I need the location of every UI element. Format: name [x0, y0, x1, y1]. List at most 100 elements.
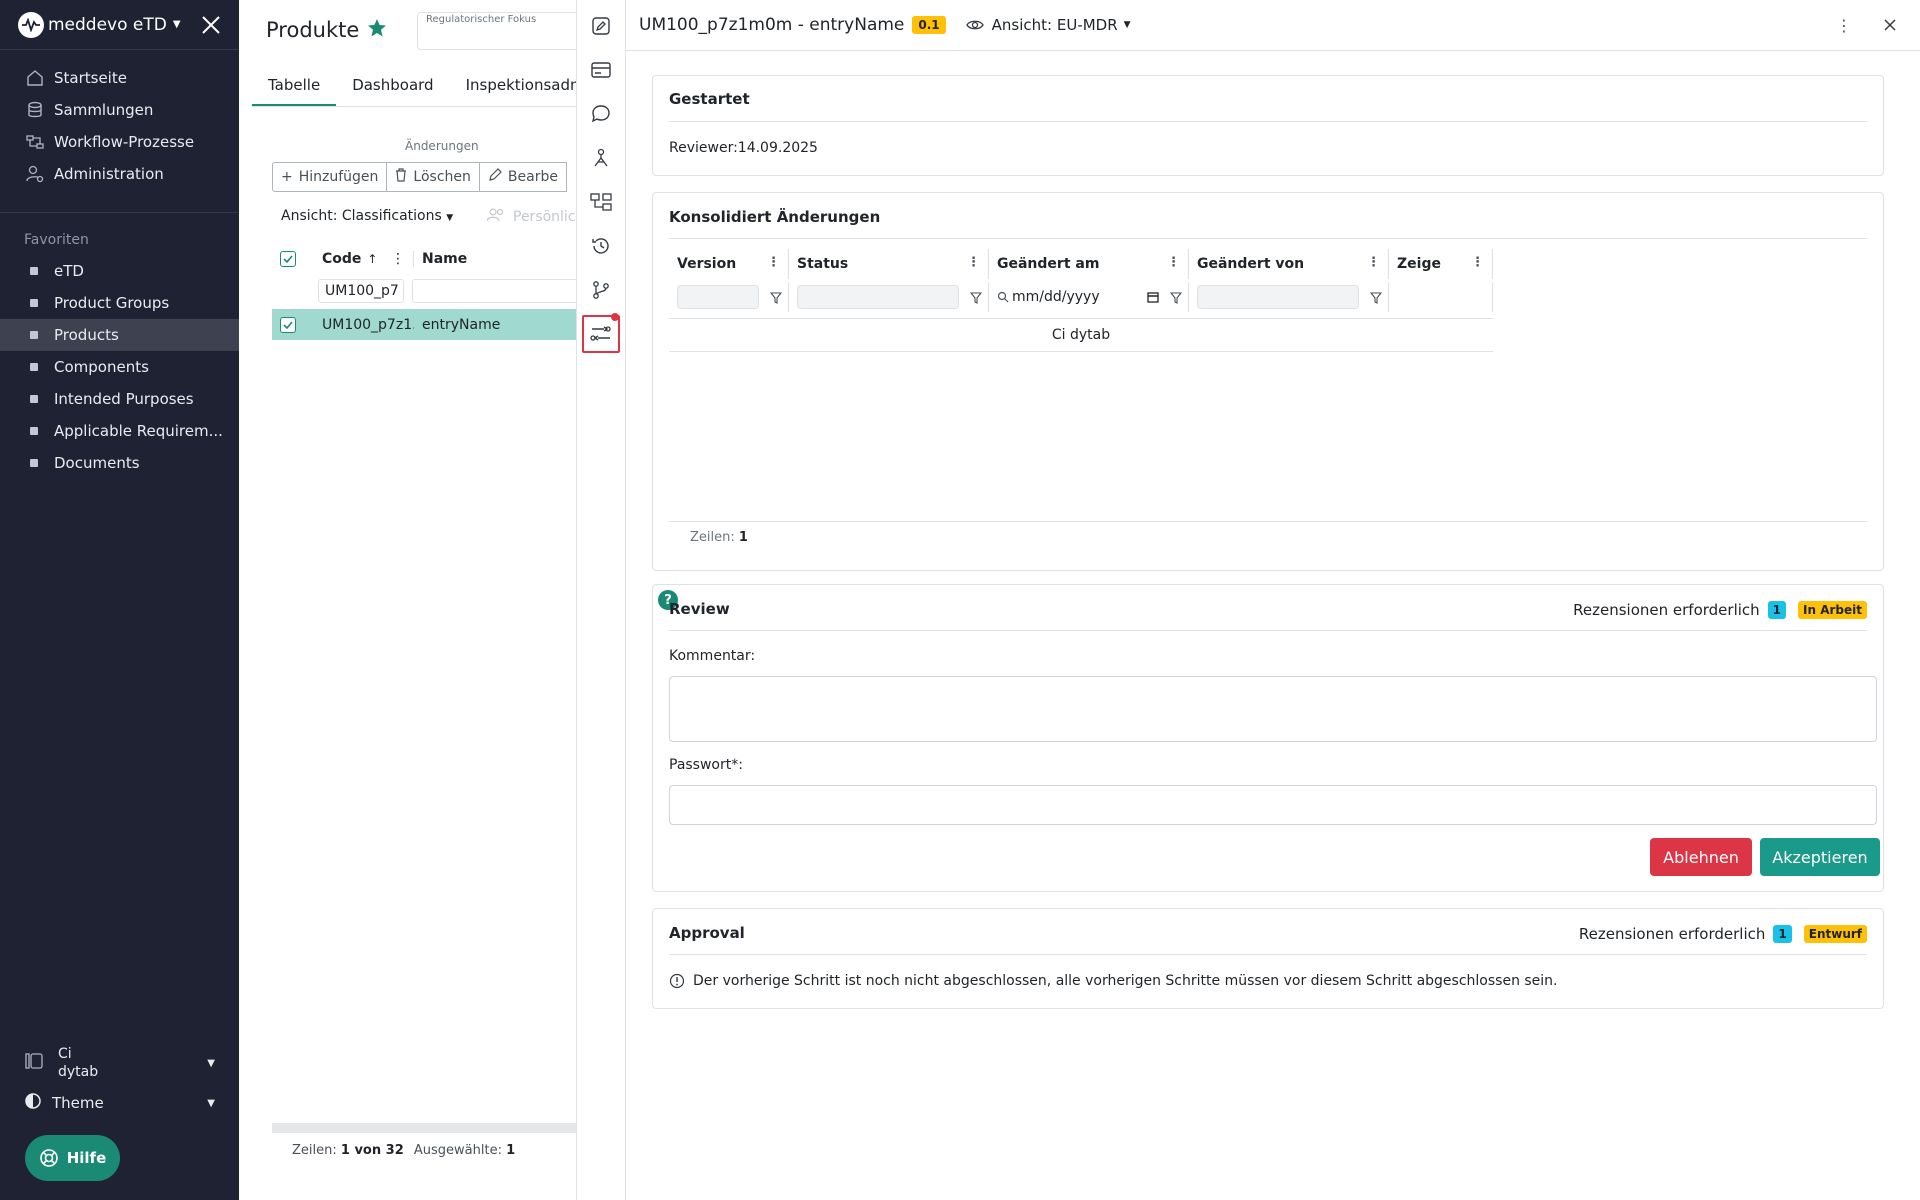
filter-icon[interactable]: [769, 290, 783, 308]
grid-filter-row: UM100_p7: [272, 277, 576, 305]
view-selector[interactable]: Ansicht: Classifications ▼: [281, 208, 453, 224]
theme-toggle[interactable]: Theme ▼: [0, 1090, 239, 1116]
edit-details-button[interactable]: [582, 7, 620, 45]
favorite-item-intended-purposes[interactable]: Intended Purposes: [0, 383, 239, 415]
help-button[interactable]: Hilfe: [25, 1135, 120, 1181]
review-requirements: Rezensionen erforderlich 1 In Arbeit: [1573, 601, 1867, 619]
column-menu-icon[interactable]: ⋮: [967, 255, 980, 270]
comment-textarea[interactable]: [669, 676, 1877, 742]
calendar-icon: [1147, 292, 1159, 303]
personal-view-button[interactable]: Persönlic: [486, 208, 576, 226]
branches-button[interactable]: [582, 271, 620, 309]
add-label: Hinzufügen: [298, 169, 379, 185]
bullet-icon: [30, 363, 38, 371]
accept-button[interactable]: Akzeptieren: [1760, 838, 1880, 876]
hierarchy-button[interactable]: [582, 183, 620, 221]
add-button[interactable]: + Hinzufügen: [272, 162, 388, 192]
reviews-required-count: 1: [1773, 925, 1792, 943]
page-title: Produkte: [266, 18, 360, 42]
cell-code: UM100_p7z1...: [322, 316, 414, 333]
column-header-version[interactable]: Version ⋮: [669, 249, 789, 279]
network-button[interactable]: [582, 139, 620, 177]
history-button[interactable]: [582, 227, 620, 265]
comments-button[interactable]: [582, 95, 620, 133]
column-menu-icon[interactable]: ⋮: [1167, 255, 1180, 270]
column-header-name[interactable]: Name: [414, 251, 467, 267]
column-header-code-label: Code: [322, 251, 362, 267]
filter-changed-by-input[interactable]: [1197, 285, 1359, 309]
sidebar-item-administration[interactable]: Administration: [0, 158, 239, 190]
grid-footer: Zeilen: 1 von 32 Ausgewählte: 1: [292, 1143, 515, 1158]
password-field[interactable]: [669, 785, 1877, 825]
column-menu-icon[interactable]: ⋮: [391, 251, 405, 267]
sidebar-item-sammlungen[interactable]: Sammlungen: [0, 94, 239, 126]
table-row[interactable]: UM100_p7z1... entryName: [272, 309, 576, 340]
approval-title: Approval: [669, 924, 745, 942]
reject-button[interactable]: Ablehnen: [1650, 838, 1752, 876]
app-switcher[interactable]: meddevo eTD: [48, 15, 167, 35]
git-branch-icon: [593, 281, 609, 299]
tab-inspektionsadmin[interactable]: Inspektionsadmin: [450, 70, 576, 107]
main-content: Produkte Regulatorischer Fokus Tabelle D…: [239, 0, 576, 1200]
filter-icon[interactable]: [1369, 290, 1383, 308]
edit-button[interactable]: Bearbe: [478, 162, 567, 192]
favorite-label: Products: [54, 326, 119, 344]
sidebar-item-startseite[interactable]: Startseite: [0, 62, 239, 94]
filter-version-input[interactable]: [677, 285, 759, 309]
column-header-status[interactable]: Status ⋮: [789, 249, 989, 279]
sidebar-item-workflow[interactable]: Workflow-Prozesse: [0, 126, 239, 158]
filter-code-input[interactable]: UM100_p7: [318, 279, 404, 303]
favorite-item-product-groups[interactable]: Product Groups: [0, 287, 239, 319]
favorite-item-components[interactable]: Components: [0, 351, 239, 383]
regulatory-focus-select[interactable]: Regulatorischer Fokus: [417, 12, 576, 50]
column-header-show[interactable]: Zeige ⋮: [1389, 249, 1493, 279]
column-header-changed-by[interactable]: Geändert von ⋮: [1189, 249, 1389, 279]
app-logo: [18, 11, 44, 38]
filter-date-input[interactable]: mm/dd/yyyy: [997, 285, 1159, 309]
select-all-checkbox[interactable]: [280, 251, 296, 267]
favorite-item-etd[interactable]: eTD: [0, 255, 239, 287]
history-icon: [592, 238, 609, 254]
lifebuoy-icon: [39, 1149, 58, 1167]
tab-tabelle[interactable]: Tabelle: [252, 70, 337, 107]
filter-status-input[interactable]: [797, 285, 959, 309]
column-header-changed-at[interactable]: Geändert am ⋮: [989, 249, 1189, 279]
row-checkbox[interactable]: [280, 316, 296, 333]
column-menu-icon[interactable]: ⋮: [1471, 255, 1484, 270]
sidebar-item-label: Sammlungen: [54, 101, 154, 119]
close-detail-button[interactable]: [1880, 14, 1900, 36]
user-menu[interactable]: Ci dytab ▼: [0, 1040, 239, 1086]
tabs-divider: [252, 106, 576, 107]
rows-label: Zeilen:: [690, 530, 735, 545]
card-view-button[interactable]: [582, 51, 620, 89]
tab-dashboard[interactable]: Dashboard: [336, 70, 449, 107]
column-menu-icon[interactable]: ⋮: [767, 255, 780, 270]
user-names: Ci dytab: [58, 1045, 98, 1081]
view-dropdown-label: Ansicht: EU-MDR: [991, 16, 1118, 34]
horizontal-scrollbar[interactable]: [272, 1123, 576, 1133]
column-header-code[interactable]: Code ↑ ⋮: [304, 251, 414, 267]
database-icon: [24, 99, 46, 121]
started-title: Gestartet: [669, 90, 750, 108]
delete-button[interactable]: Löschen: [386, 162, 480, 192]
divider: [669, 238, 1867, 239]
favorite-item-products[interactable]: Products: [0, 319, 239, 351]
approval-info-text: Der vorherige Schritt ist noch nicht abg…: [693, 973, 1558, 989]
close-sidebar-button[interactable]: [199, 13, 223, 37]
filter-name-input[interactable]: [412, 279, 576, 303]
bullet-icon: [30, 267, 38, 275]
favorite-item-documents[interactable]: Documents: [0, 447, 239, 479]
favorite-star-button[interactable]: [367, 18, 387, 42]
filter-icon[interactable]: [969, 290, 983, 308]
favorite-label: Documents: [54, 454, 140, 472]
filter-icon[interactable]: [1169, 290, 1183, 308]
date-placeholder: mm/dd/yyyy: [1012, 289, 1100, 305]
favorite-item-applicable-requirements[interactable]: Applicable Requirem...: [0, 415, 239, 447]
chat-icon: [591, 105, 610, 123]
more-options-button[interactable]: ⋮: [1834, 14, 1854, 36]
view-dropdown[interactable]: Ansicht: EU-MDR ▼: [965, 16, 1131, 34]
started-card: Gestartet Reviewer:14.09.2025: [652, 75, 1884, 176]
column-menu-icon[interactable]: ⋮: [1367, 255, 1380, 270]
detail-header: UM100_p7z1m0m - entryName 0.1 Ansicht: E…: [626, 0, 1920, 51]
column-label: Zeige: [1397, 256, 1441, 272]
